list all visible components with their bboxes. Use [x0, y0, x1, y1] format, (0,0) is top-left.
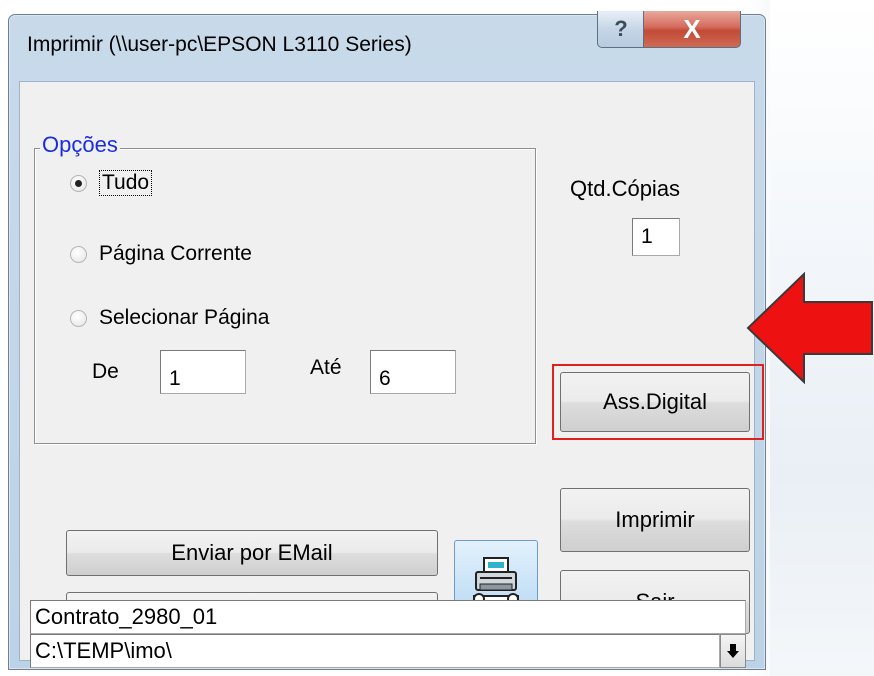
radio-current-page[interactable]: Página Corrente: [70, 242, 252, 266]
options-group-label: Opções: [40, 132, 120, 158]
copies-label: Qtd.Cópias: [570, 176, 681, 201]
radio-select-page[interactable]: Selecionar Página: [70, 306, 269, 330]
radio-current-page-label: Página Corrente: [99, 242, 252, 265]
dialog-client-area: Opções Tudo Página Corrente Selecionar P…: [19, 81, 764, 668]
highlight-box: [552, 364, 764, 440]
radio-current-page-indicator[interactable]: [70, 245, 87, 263]
radio-select-page-indicator[interactable]: [70, 309, 87, 327]
print-button[interactable]: Imprimir: [560, 488, 750, 552]
help-icon: ?: [614, 16, 628, 41]
radio-all-indicator[interactable]: [70, 174, 87, 192]
send-email-button[interactable]: Enviar por EMail: [66, 530, 438, 576]
annotation-arrow: [746, 272, 873, 384]
print-dialog: Imprimir (\\user-pc\EPSON L3110 Series) …: [8, 11, 766, 670]
from-page-input[interactable]: 1: [160, 350, 246, 394]
to-label: Até: [310, 356, 342, 379]
file-name-input[interactable]: Contrato_2980_01: [30, 600, 746, 634]
radio-all[interactable]: Tudo: [70, 170, 153, 196]
close-button[interactable]: X: [643, 11, 741, 48]
file-path-input[interactable]: C:\TEMP\imo\: [30, 634, 720, 668]
path-dropdown-button[interactable]: [720, 634, 746, 668]
radio-all-label: Tudo: [99, 170, 153, 196]
copies-input[interactable]: 1: [632, 218, 680, 256]
to-page-input[interactable]: 6: [370, 350, 456, 394]
help-button[interactable]: ?: [597, 11, 645, 48]
dropdown-arrow-icon: [727, 644, 739, 658]
close-icon: X: [683, 13, 701, 44]
radio-select-page-label: Selecionar Página: [99, 306, 270, 329]
from-label: De: [92, 360, 119, 383]
title-bar: Imprimir (\\user-pc\EPSON L3110 Series) …: [9, 11, 765, 85]
window-title: Imprimir (\\user-pc\EPSON L3110 Series): [27, 33, 412, 56]
